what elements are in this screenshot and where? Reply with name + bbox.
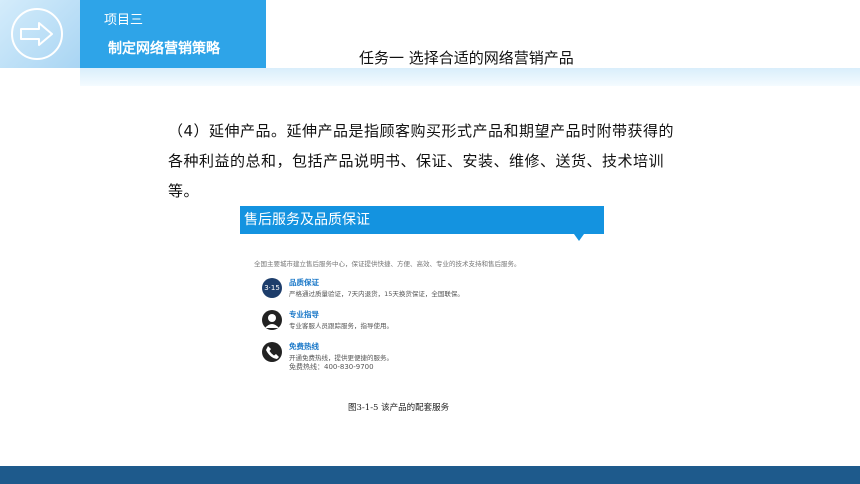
header-band: 项目三 制定网络营销策略 <box>80 0 266 68</box>
strategy-title: 制定网络营销策略 <box>108 41 220 57</box>
body-line-1: （4）延伸产品。延伸产品是指顾客购买形式产品和期望产品时附带获得的 <box>168 122 675 140</box>
body-line-3: 等。 <box>168 182 200 200</box>
support-agent-icon <box>262 310 282 330</box>
logo-tile <box>0 0 80 68</box>
service-desc: 严格通过质量验证，7天内退货，15天换货保证，全国联保。 <box>289 290 464 298</box>
service-figure: 售后服务及品质保证 全国主要城市建立售后服务中心，保证提供快捷、方便、高效、专业… <box>240 206 608 381</box>
service-title: 免费热线 <box>289 342 319 351</box>
figure-banner: 售后服务及品质保证 <box>240 206 604 234</box>
service-title: 专业指导 <box>289 310 319 319</box>
footer-bar <box>0 466 860 484</box>
service-title: 品质保证 <box>289 278 319 287</box>
figure-caption: 图3-1-5 该产品的配套服务 <box>348 403 450 413</box>
hotline-number: 免费热线：400-830-9700 <box>289 363 374 371</box>
quality-315-icon: 3·15 <box>262 278 282 298</box>
phone-icon <box>262 342 282 362</box>
banner-notch <box>574 234 584 241</box>
service-desc: 专业客服人员跟踪服务，指导使用。 <box>289 322 393 330</box>
body-line-2: 各种利益的总和，包括产品说明书、保证、安装、维修、送货、技术培训 <box>168 152 665 170</box>
task-title: 任务一 选择合适的网络营销产品 <box>359 49 574 67</box>
service-desc: 开通免费热线，提供更便捷的服务。 <box>289 354 393 362</box>
arrow-right-icon <box>11 8 63 60</box>
header-divider <box>80 68 860 86</box>
body-paragraph: （4）延伸产品。延伸产品是指顾客购买形式产品和期望产品时附带获得的 各种利益的总… <box>168 116 708 206</box>
figure-intro: 全国主要城市建立售后服务中心，保证提供快捷、方便、高效、专业的技术支持和售后服务… <box>254 260 521 268</box>
project-label: 项目三 <box>104 13 144 28</box>
